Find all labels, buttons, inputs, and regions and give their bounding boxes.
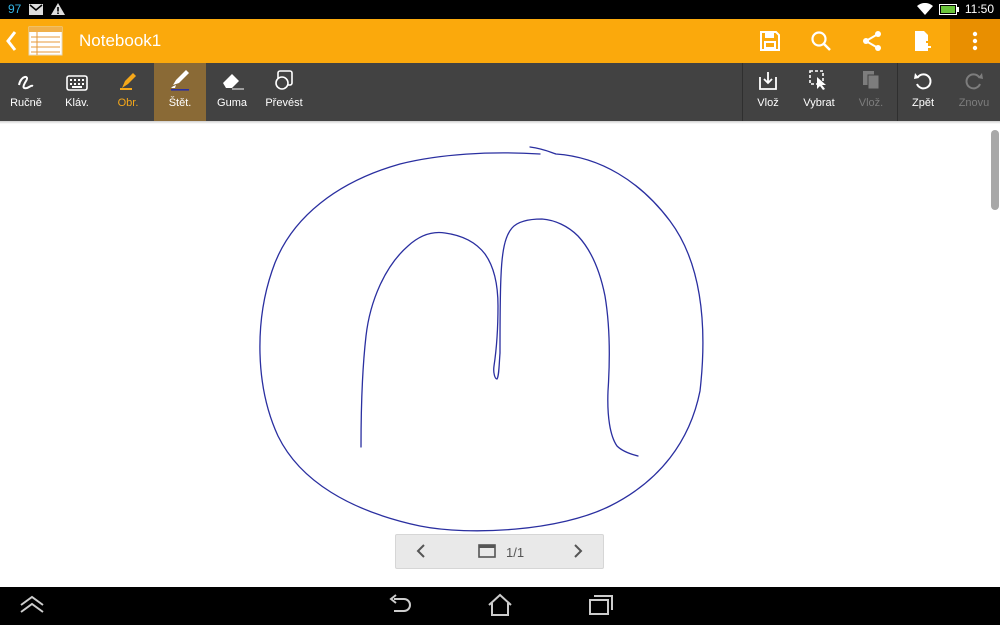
action-label: Vybrat (803, 97, 835, 109)
action-label: Vlož (757, 97, 779, 109)
tool-eraser[interactable]: Guma (206, 63, 258, 121)
eraser-icon (223, 74, 244, 90)
undo-icon (914, 73, 932, 90)
tool-label: Obr. (117, 97, 139, 109)
chevron-left-icon (6, 31, 17, 51)
keyboard-icon (66, 75, 88, 91)
save-button[interactable] (755, 26, 785, 56)
action-label: Zpět (911, 97, 934, 109)
chevron-up-icon (20, 595, 44, 613)
warning-icon (51, 3, 66, 15)
tool-bar: Ručně Kláv. Obr. Štět. Guma Převést Vlož… (0, 63, 1000, 121)
tool-label: Guma (217, 97, 247, 109)
share-button[interactable] (857, 26, 887, 56)
tool-brush[interactable]: Štět. (154, 63, 206, 121)
page-title: Notebook1 (79, 31, 162, 50)
add-page-button[interactable] (908, 26, 938, 56)
drawing-canvas[interactable] (0, 121, 1000, 587)
hide-keyboard-button[interactable] (18, 593, 46, 622)
page-indicator: 1/1 (506, 545, 525, 560)
redo-icon (965, 73, 983, 90)
action-select[interactable]: Vybrat (793, 63, 845, 121)
brush-icon (171, 70, 189, 91)
ink-drawing (259, 146, 704, 532)
next-page-button[interactable] (573, 543, 583, 562)
system-nav-bar (0, 587, 1000, 625)
paste-icon (863, 71, 880, 90)
handwriting-icon (18, 75, 34, 90)
clock: 11:50 (964, 2, 994, 16)
home-icon (488, 593, 512, 616)
search-icon (811, 31, 831, 51)
tool-convert[interactable]: Převést (258, 63, 310, 121)
action-label: Znovu (958, 97, 990, 109)
tool-handwriting[interactable]: Ručně (0, 63, 52, 121)
ink-stroke-circle (259, 146, 704, 532)
save-icon (760, 31, 780, 51)
import-icon (759, 72, 777, 90)
toolbar-shadow (0, 121, 1000, 124)
overflow-menu-button[interactable] (950, 19, 1000, 63)
share-icon (863, 31, 881, 51)
chevron-right-icon (574, 544, 583, 558)
back-nav-button[interactable] (386, 593, 414, 622)
page-icon (478, 544, 496, 558)
highlighter-icon (120, 73, 136, 90)
recents-nav-button[interactable] (586, 593, 614, 622)
action-paste[interactable]: Vlož. (845, 63, 897, 121)
action-redo[interactable]: Znovu (948, 63, 1000, 121)
app-bar: Notebook1 (0, 19, 1000, 63)
page-navigator: 1/1 (395, 534, 604, 569)
home-nav-button[interactable] (486, 593, 514, 622)
search-button[interactable] (806, 26, 836, 56)
page-overview-button[interactable] (478, 544, 496, 561)
notebook-icon (28, 26, 63, 56)
back-icon (389, 594, 411, 612)
tool-label: Převést (265, 97, 303, 109)
action-import[interactable]: Vlož (743, 63, 793, 121)
recent-apps-icon (589, 595, 613, 615)
battery-icon (938, 3, 959, 15)
select-icon (809, 70, 826, 90)
vertical-scrollbar[interactable] (991, 130, 999, 210)
wifi-icon (916, 3, 933, 15)
more-icon (972, 31, 978, 51)
tool-label: Ručně (10, 97, 42, 109)
chevron-left-icon (416, 544, 425, 558)
gmail-icon (29, 3, 44, 15)
add-page-icon (915, 31, 931, 51)
tool-highlighter[interactable]: Obr. (102, 63, 154, 121)
status-bar: 97 11:50 (0, 0, 1000, 19)
tool-label: Štět. (168, 97, 192, 109)
back-button[interactable] (4, 29, 18, 58)
action-label: Vlož. (858, 97, 884, 109)
previous-page-button[interactable] (416, 543, 426, 562)
notebook-logo (28, 26, 63, 56)
tool-label: Kláv. (65, 97, 89, 109)
convert-icon (275, 70, 293, 90)
notification-count: 97 (8, 2, 22, 16)
tool-keyboard[interactable]: Kláv. (52, 63, 102, 121)
action-undo[interactable]: Zpět (898, 63, 948, 121)
ink-stroke-letter (360, 218, 639, 457)
